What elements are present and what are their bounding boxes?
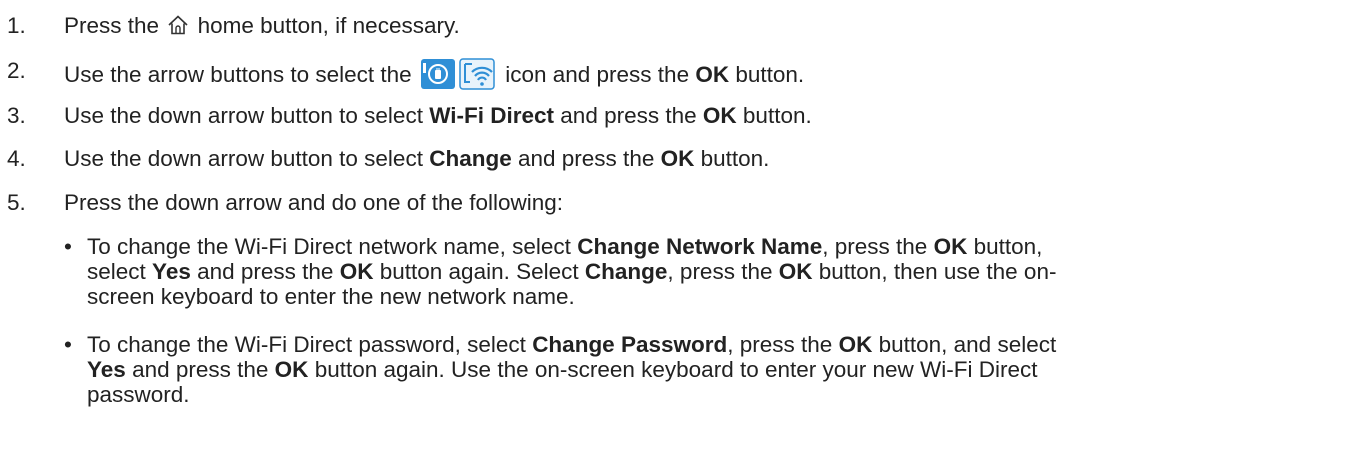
bullet-text: To change the Wi-Fi Direct network name,… xyxy=(87,234,1057,309)
home-icon xyxy=(168,15,188,35)
step-number: 5. xyxy=(7,190,26,215)
step-number: 1. xyxy=(7,13,26,38)
bullet-dot: • xyxy=(64,332,72,357)
bullet-text: To change the Wi-Fi Direct password, sel… xyxy=(87,332,1057,407)
step-text: Press the down arrow and do one of the f… xyxy=(64,190,564,215)
bullet-dot: • xyxy=(64,234,72,259)
step-text: Use the down arrow button to select Wi-F… xyxy=(64,103,812,128)
step-text: Use the down arrow button to select Chan… xyxy=(64,146,770,171)
step-text: Press the home button, if necessary. xyxy=(64,13,460,38)
step-number: 2. xyxy=(7,58,26,83)
step-number: 4. xyxy=(7,146,26,171)
step-text: Use the arrow buttons to select the icon… xyxy=(64,58,804,90)
step-number: 3. xyxy=(7,103,26,128)
network-settings-icon xyxy=(420,58,495,90)
